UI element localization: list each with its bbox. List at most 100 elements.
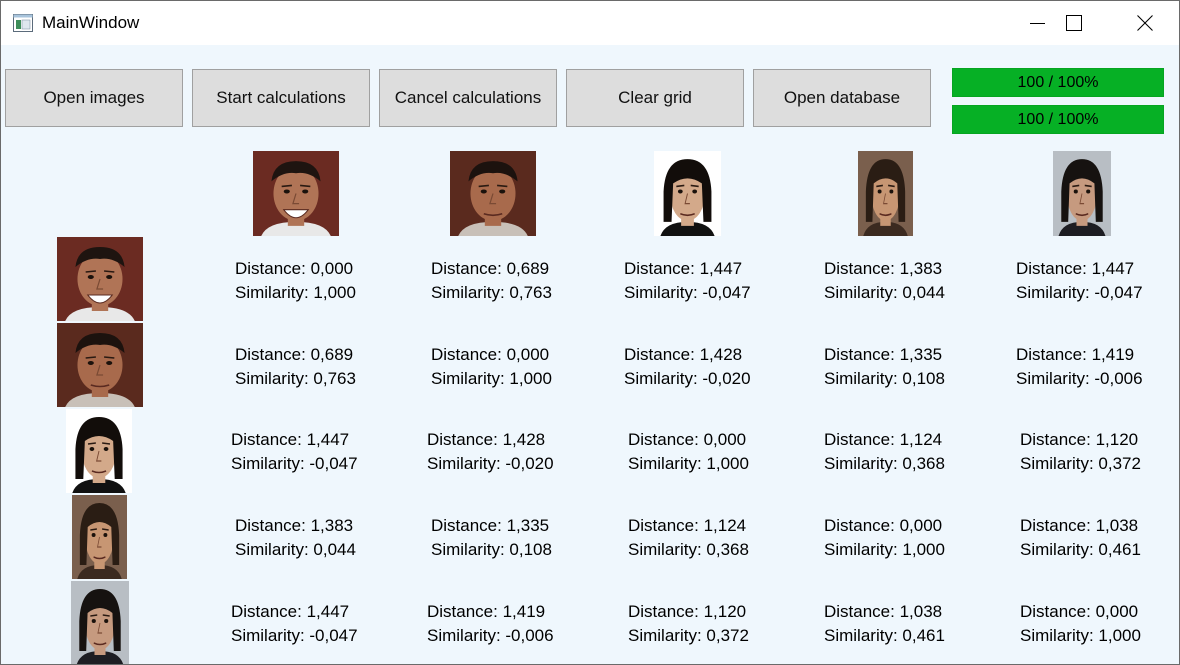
distance-value: Distance: 1,038 [824,602,943,621]
distance-value: Distance: 0,000 [628,430,747,449]
distance-value: Distance: 0,689 [235,345,354,364]
clear-grid-button[interactable]: Clear grid [566,69,744,127]
distance-value: Distance: 1,383 [824,259,943,278]
column-face-image [253,151,339,236]
grid-cell: Distance: 1,038 Similarity: 0,461 [1020,514,1141,562]
similarity-value: Similarity: -0,047 [231,626,358,645]
similarity-value: Similarity: -0,047 [624,283,751,302]
similarity-value: Similarity: 0,368 [824,454,945,473]
similarity-value: Similarity: 0,044 [824,283,945,302]
similarity-value: Similarity: 0,461 [824,626,945,645]
similarity-value: Similarity: 0,763 [431,283,552,302]
grid-cell: Distance: 1,120 Similarity: 0,372 [628,600,749,648]
distance-value: Distance: 0,000 [1020,602,1139,621]
distance-value: Distance: 1,428 [427,430,546,449]
grid-cell: Distance: 1,120 Similarity: 0,372 [1020,428,1141,476]
open-database-button[interactable]: Open database [753,69,931,127]
grid-cell: Distance: 1,038 Similarity: 0,461 [824,600,945,648]
grid-cell: Distance: 1,124 Similarity: 0,368 [824,428,945,476]
grid-cell: Distance: 0,000 Similarity: 1,000 [824,514,945,562]
grid-cell: Distance: 1,419 Similarity: -0,006 [1016,343,1143,391]
distance-value: Distance: 1,124 [824,430,943,449]
similarity-value: Similarity: 1,000 [1020,626,1141,645]
column-face-image [858,151,913,236]
distance-value: Distance: 0,689 [431,259,550,278]
distance-value: Distance: 0,000 [824,516,943,535]
title-bar[interactable]: MainWindow [1,1,1179,45]
distance-value: Distance: 1,038 [1020,516,1139,535]
grid-cell: Distance: 1,447 Similarity: -0,047 [231,428,358,476]
similarity-value: Similarity: 0,461 [1020,540,1141,559]
similarity-value: Similarity: -0,047 [1016,283,1143,302]
grid-cell: Distance: 1,447 Similarity: -0,047 [1016,257,1143,305]
similarity-value: Similarity: 0,108 [824,369,945,388]
close-icon [1137,15,1153,31]
column-face-image [1053,151,1111,236]
distance-value: Distance: 1,120 [628,602,747,621]
maximize-button[interactable] [1039,1,1109,45]
similarity-value: Similarity: 0,763 [235,369,356,388]
grid-cell: Distance: 0,689 Similarity: 0,763 [235,343,356,391]
grid-cell: Distance: 0,689 Similarity: 0,763 [431,257,552,305]
close-button[interactable] [1110,1,1179,45]
grid-cell: Distance: 1,447 Similarity: -0,047 [624,257,751,305]
grid-cell: Distance: 1,428 Similarity: -0,020 [427,428,554,476]
distance-value: Distance: 1,447 [231,602,350,621]
row-face-image [57,323,143,407]
similarity-value: Similarity: 1,000 [431,369,552,388]
similarity-value: Similarity: -0,006 [1016,369,1143,388]
grid-cell: Distance: 0,000 Similarity: 1,000 [1020,600,1141,648]
grid-cell: Distance: 1,335 Similarity: 0,108 [824,343,945,391]
distance-value: Distance: 1,120 [1020,430,1139,449]
cancel-calculations-button[interactable]: Cancel calculations [379,69,557,127]
grid-cell: Distance: 1,428 Similarity: -0,020 [624,343,751,391]
window-title: MainWindow [42,13,140,32]
column-face-image [450,151,536,236]
distance-value: Distance: 1,335 [431,516,550,535]
distance-value: Distance: 1,419 [1016,345,1135,364]
grid-cell: Distance: 0,000 Similarity: 1,000 [235,257,356,305]
row-face-image [71,581,129,664]
similarity-value: Similarity: 1,000 [235,283,356,302]
similarity-value: Similarity: 0,372 [1020,454,1141,473]
grid-cell: Distance: 1,383 Similarity: 0,044 [235,514,356,562]
progress-text: 100 / 100% [1017,73,1099,91]
similarity-value: Similarity: 0,108 [431,540,552,559]
similarity-value: Similarity: -0,006 [427,626,554,645]
grid-cell: Distance: 0,000 Similarity: 1,000 [628,428,749,476]
distance-value: Distance: 1,383 [235,516,354,535]
grid-cell: Distance: 0,000 Similarity: 1,000 [431,343,552,391]
row-face-image [66,409,132,493]
distance-value: Distance: 0,000 [235,259,354,278]
distance-value: Distance: 1,335 [824,345,943,364]
grid-cell: Distance: 1,383 Similarity: 0,044 [824,257,945,305]
app-icon [13,14,33,32]
progress-bar: 100 / 100% [952,68,1164,97]
similarity-value: Similarity: 0,044 [235,540,356,559]
distance-value: Distance: 1,447 [1016,259,1135,278]
grid-cell: Distance: 1,419 Similarity: -0,006 [427,600,554,648]
grid-cell: Distance: 1,447 Similarity: -0,047 [231,600,358,648]
similarity-value: Similarity: -0,020 [624,369,751,388]
maximize-icon [1066,15,1082,31]
start-calculations-button[interactable]: Start calculations [192,69,370,127]
similarity-value: Similarity: 0,372 [628,626,749,645]
distance-value: Distance: 1,124 [628,516,747,535]
similarity-value: Similarity: -0,047 [231,454,358,473]
row-face-image [57,237,143,321]
distance-value: Distance: 1,447 [231,430,350,449]
grid-cell: Distance: 1,335 Similarity: 0,108 [431,514,552,562]
progress-text: 100 / 100% [1017,110,1099,128]
main-window: MainWindow Open images Start calculation… [0,0,1180,665]
similarity-value: Similarity: -0,020 [427,454,554,473]
distance-value: Distance: 0,000 [431,345,550,364]
grid-cell: Distance: 1,124 Similarity: 0,368 [628,514,749,562]
similarity-value: Similarity: 0,368 [628,540,749,559]
column-face-image [654,151,721,236]
progress-bar: 100 / 100% [952,105,1164,134]
distance-value: Distance: 1,447 [624,259,743,278]
similarity-value: Similarity: 1,000 [628,454,749,473]
similarity-value: Similarity: 1,000 [824,540,945,559]
distance-value: Distance: 1,419 [427,602,546,621]
open-images-button[interactable]: Open images [5,69,183,127]
